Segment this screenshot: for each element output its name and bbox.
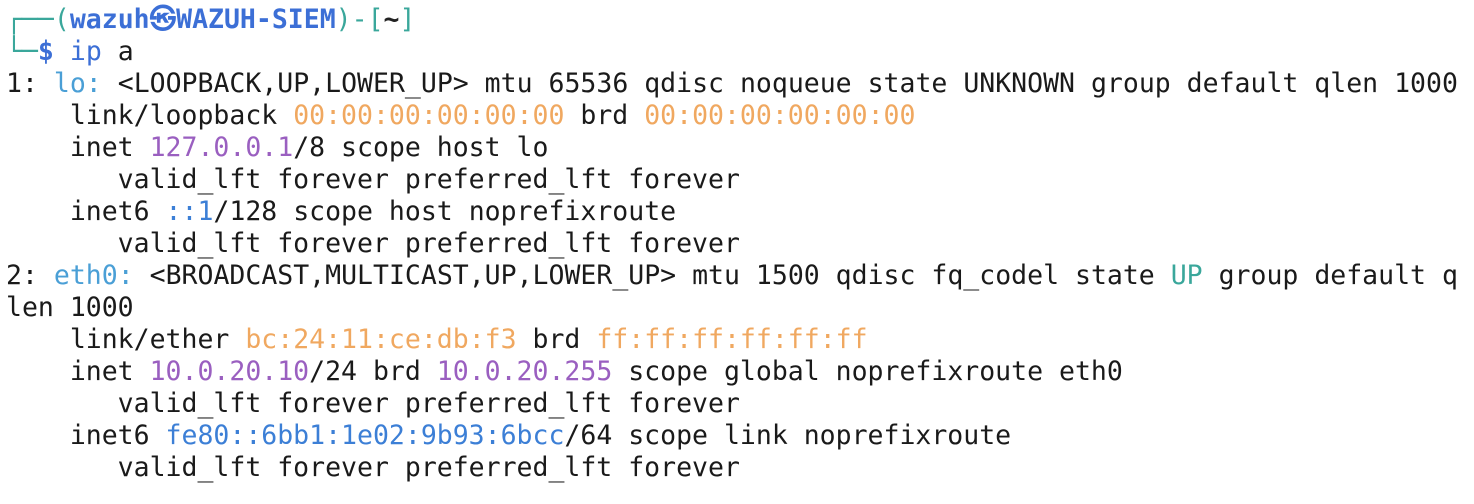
terminal-window[interactable]: ┌──(wazuh㉿WAZUH-SIEM)-[~] └─$ ip a 1: lo… <box>0 0 1474 504</box>
output-line-lo-link: link/loopback 00:00:00:00:00:00 brd 00:0… <box>6 100 916 131</box>
eth0-interface-name: eth0: <box>53 260 134 291</box>
output-line-eth0-inet-valid: valid_lft forever preferred_lft forever <box>6 388 740 419</box>
lo-brd-address: 00:00:00:00:00:00 <box>644 100 916 131</box>
prompt-command-line: └─$ ip a <box>6 36 1474 68</box>
eth0-ipv4-address: 10.0.20.10 <box>149 356 310 387</box>
command-name: ip <box>69 36 102 67</box>
eth0-state: UP <box>1170 260 1203 291</box>
eth0-mac-address: bc:24:11:ce:db:f3 <box>245 324 517 355</box>
command-arg: a <box>117 36 134 67</box>
lo-interface-name: lo: <box>53 68 102 99</box>
eth0-ipv6-address: fe80::6bb1:1e02:9b93:6bcc <box>165 420 565 451</box>
output-line-eth0-inet6-valid: valid_lft forever preferred_lft forever <box>6 452 740 483</box>
prompt-cwd: ~ <box>383 4 400 35</box>
output-line-eth0-wrap: len 1000 <box>6 292 134 323</box>
prompt-host: WAZUH-SIEM <box>176 4 336 35</box>
output-line-eth0-link: link/ether bc:24:11:ce:db:f3 brd ff:ff:f… <box>6 324 868 355</box>
prompt-header-line: ┌──(wazuh㉿WAZUH-SIEM)-[~] <box>6 4 1474 36</box>
lo-index: 1: <box>6 68 38 99</box>
output-line-lo-inet6-valid: valid_lft forever preferred_lft forever <box>6 228 740 259</box>
lo-ipv4-address: 127.0.0.1 <box>149 132 294 163</box>
prompt-frame-end: ] <box>399 4 416 35</box>
prompt-frame-top: ┌──( <box>6 4 70 35</box>
output-line-lo-inet6: inet6 ::1/128 scope host noprefixroute <box>6 196 677 227</box>
output-line-lo-inet: inet 127.0.0.1/8 scope host lo <box>6 132 549 163</box>
output-line-eth0-inet6: inet6 fe80::6bb1:1e02:9b93:6bcc/64 scope… <box>6 420 1012 451</box>
eth0-ipv4-broadcast: 10.0.20.255 <box>436 356 613 387</box>
lo-flags: <LOOPBACK,UP,LOWER_UP> mtu 65536 qdisc n… <box>117 68 1458 99</box>
output-line-lo-header: 1: lo: <LOOPBACK,UP,LOWER_UP> mtu 65536 … <box>6 68 1474 100</box>
prompt-dollar: $ <box>37 36 54 67</box>
output-line-eth0-header: 2: eth0: <BROADCAST,MULTICAST,UP,LOWER_U… <box>6 260 1458 291</box>
output-line-lo-inet-valid: valid_lft forever preferred_lft forever <box>6 164 740 195</box>
prompt-frame-bottom: └─ <box>6 36 38 67</box>
prompt-user: wazuh <box>69 4 150 35</box>
lo-ipv6-address: ::1 <box>165 196 214 227</box>
lo-mac-address: 00:00:00:00:00:00 <box>293 100 565 131</box>
eth0-brd-address: ff:ff:ff:ff:ff:ff <box>596 324 868 355</box>
eth0-index: 2: <box>6 260 38 291</box>
prompt-frame-mid: )-[ <box>335 4 384 35</box>
prompt-at-symbol: ㉿ <box>149 4 177 35</box>
output-line-eth0-inet: inet 10.0.20.10/24 brd 10.0.20.255 scope… <box>6 356 1123 387</box>
